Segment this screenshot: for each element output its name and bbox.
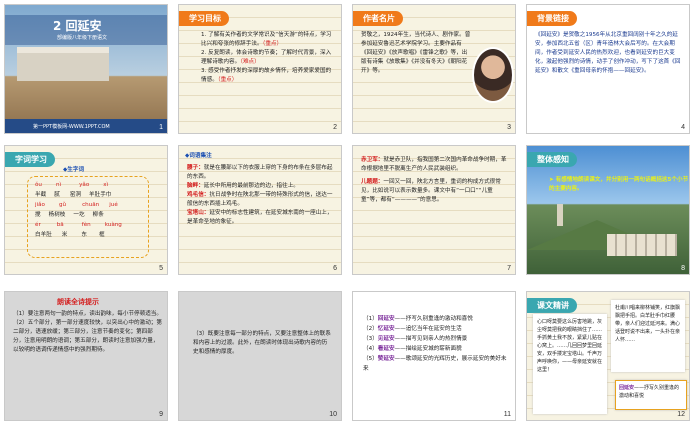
slide-thumbnail-9[interactable]: 朗读全诗提示 （1）要注意两句一韵的特点，读出韵味，每小节停顿适当。（2）五个部… — [4, 291, 168, 421]
list-item: （2）忆延安——追忆当年在延安的生活 — [363, 326, 462, 332]
slide-number: 5 — [159, 265, 163, 272]
slide-number: 4 — [681, 124, 685, 131]
slide-number: 12 — [677, 411, 685, 418]
slide-thumbnail-11[interactable]: （1）回延安——抒写久别重逢的激动和喜悦 （2）忆延安——追忆当年在延安的生活 … — [352, 291, 516, 421]
summary-text: 回延安——抒写久别重逢的激动和喜悦 — [619, 385, 680, 399]
pinyin-row-3: ér bā fèn kuàng — [35, 222, 122, 228]
slide-number: 8 — [681, 265, 685, 272]
slide-title: 2 回延安 — [53, 19, 102, 33]
slide-thumbnail-7[interactable]: 赤卫军：就是赤卫队，指我国第二次国内革命战争时期，革命根据地里不脱离生产的人民武… — [352, 145, 516, 275]
slide-tag: 课文精讲 — [527, 298, 577, 313]
slide-subtitle: 部编版八年级下册语文 — [57, 35, 108, 41]
slide-number: 9 — [159, 411, 163, 418]
vocab-grid: ǒu nì yǎo xì 半截腻窑洞 羊肚手巾 jiǎo gǔ chuān jué 搅杨树枝一… — [35, 180, 145, 240]
slide-number: 7 — [507, 265, 511, 272]
slide-tag: 学习目标 — [179, 11, 229, 26]
slide-number: 1 — [159, 124, 163, 131]
pinyin-row-2: jiǎo gǔ chuān jué — [35, 202, 118, 208]
slide-body: 1. 了解有关作者的文学常识及“信天游”的特点，学习比兴和夸张的修辞手法。（重点… — [201, 32, 332, 83]
term-item: 腰子：就是在腰部以下的衣服上穿的下身的布条在多层布起的东西。 — [187, 165, 333, 180]
slide-tag: 作者名片 — [353, 11, 403, 26]
section-heading: ◆生字词 — [63, 167, 85, 173]
list-item: （3）见延安——描写见到亲人的热烈情景 — [363, 336, 468, 342]
slide-number: 3 — [507, 124, 511, 131]
term-item: 脑畔：延长中所用的最前那边的边，指往上。 — [187, 183, 299, 189]
monument-building — [17, 47, 109, 81]
slide-thumbnail-8[interactable]: 整体感知 ➤ 有感情地朗读课文，并分别用一两句话概括这5个小节的主要内容。 8 — [526, 145, 690, 275]
word-row-1: 半截腻窑洞 羊肚手巾 — [35, 192, 112, 198]
poem-left: 心口呀莫要这么厉害地跳，灰尘呀莫把我的眼睛挡住了……手抓黄土我不放，紧紧儿贴在心… — [537, 319, 603, 373]
slide-body: 贺敬之，1924年生，当代诗人、剧作家。曾参加延安鲁迅艺术学院学习。主要作品有《… — [361, 32, 471, 74]
slide-number: 11 — [503, 411, 511, 418]
slide-thumbnail-2[interactable]: 学习目标 1. 了解有关作者的文学常识及“信天游”的特点，学习比兴和夸张的修辞手… — [178, 4, 342, 134]
word-row-2: 搅杨树枝 一圪 柳条 — [35, 212, 104, 218]
word-row-3: 白羊肚米东框 — [35, 232, 105, 238]
term-item: 宝塔山：延安中的标志性建筑，在延安城东南的一座山上，是革命圣地的象征。 — [187, 210, 333, 225]
pinyin-row-1: ǒu nì yǎo xì — [35, 182, 109, 188]
term-item: 鸡毛信：抗日战争时在陕北那一带的特殊形式的信，送达一般信的东西插上鸡毛。 — [187, 192, 333, 207]
poem-right: 杜甫川唱来柳林铺笑，红旗飘飘把手招。白羊肚手巾红腰带，亲人们迎过延河来。满心话登… — [615, 305, 681, 343]
slide-tag: 背景链接 — [527, 11, 577, 26]
slide-body: （1）要注意两句一韵的特点，读出韵味，每小节停顿适当。（2）五个部分，第一部分速… — [13, 311, 162, 353]
term-item: 儿题题：一回又一回，陕北方言里，重词的构成方式很常见，比如说可以表示数量多。课文… — [361, 179, 501, 203]
term-list: 赤卫军：就是赤卫队，指我国第二次国内革命战争时期，革命根据地里不脱离生产的人民武… — [361, 156, 511, 205]
slide-thumbnail-6[interactable]: ◆词语集注 腰子：就是在腰部以下的衣服上穿的下身的布条在多层布起的东西。 脑畔：… — [178, 145, 342, 275]
slide-body: （3）既要注意每一部分的特点，又要注意整体上的联系和内容上的过渡。此外，在朗读时… — [193, 331, 331, 355]
slide-number: 6 — [333, 265, 337, 272]
slide-body: 《回延安》是贺敬之1956年从北京重回阔别十年之久的延安，参加西北五省（区）青年… — [535, 32, 681, 74]
slide-footer: 第一PPT模板网-WWW.1PPT.COM — [33, 124, 110, 130]
slide-number: 2 — [333, 124, 337, 131]
slide-body: ➤ 有感情地朗读课文，并分别用一两句话概括这5个小节的主要内容。 — [549, 177, 689, 192]
section-heading: ◆词语集注 — [185, 153, 212, 159]
slide-thumbnail-1[interactable]: 2 回延安 部编版八年级下册语文 第一PPT模板网-WWW.1PPT.COM 1 — [4, 4, 168, 134]
slide-thumbnail-12[interactable]: 课文精讲 心口呀莫要这么厉害地跳，灰尘呀莫把我的眼睛挡住了……手抓黄土我不放，紧… — [526, 291, 690, 421]
slide-tag: 字词学习 — [5, 152, 55, 167]
list-item: （5）赞延安——歌颂延安的光辉历史，展示延安的美好未来 — [363, 356, 507, 372]
slide-thumbnail-10[interactable]: （3）既要注意每一部分的特点，又要注意整体上的联系和内容上的过渡。此外，在朗读时… — [178, 291, 342, 421]
slide-thumbnail-4[interactable]: 背景链接 《回延安》是贺敬之1956年从北京重回阔别十年之久的延安，参加西北五省… — [526, 4, 690, 134]
author-portrait — [472, 47, 514, 103]
slide-tag: 整体感知 — [527, 152, 577, 167]
section-heading: 朗读全诗提示 — [57, 298, 99, 306]
structure-list: （1）回延安——抒写久别重逢的激动和喜悦 （2）忆延安——追忆当年在延安的生活 … — [363, 314, 511, 374]
slide-thumbnail-3[interactable]: 作者名片 贺敬之，1924年生，当代诗人、剧作家。曾参加延安鲁迅艺术学院学习。主… — [352, 4, 516, 134]
list-item: （4）看延安——描绘延安城的崭新面貌 — [363, 346, 462, 352]
slide-number: 10 — [329, 411, 337, 418]
term-list: 腰子：就是在腰部以下的衣服上穿的下身的布条在多层布起的东西。 脑畔：延长中所用的… — [187, 164, 337, 227]
slide-thumbnail-5[interactable]: 字词学习 ◆生字词 ǒu nì yǎo xì 半截腻窑洞 羊肚手巾 jiǎo gǔ chuā… — [4, 145, 168, 275]
list-item: （1）回延安——抒写久别重逢的激动和喜悦 — [363, 316, 473, 322]
term-item: 赤卫军：就是赤卫队，指我国第二次国内革命战争时期，革命根据地里不脱离生产的人民武… — [361, 157, 507, 172]
city-buildings — [607, 234, 677, 256]
